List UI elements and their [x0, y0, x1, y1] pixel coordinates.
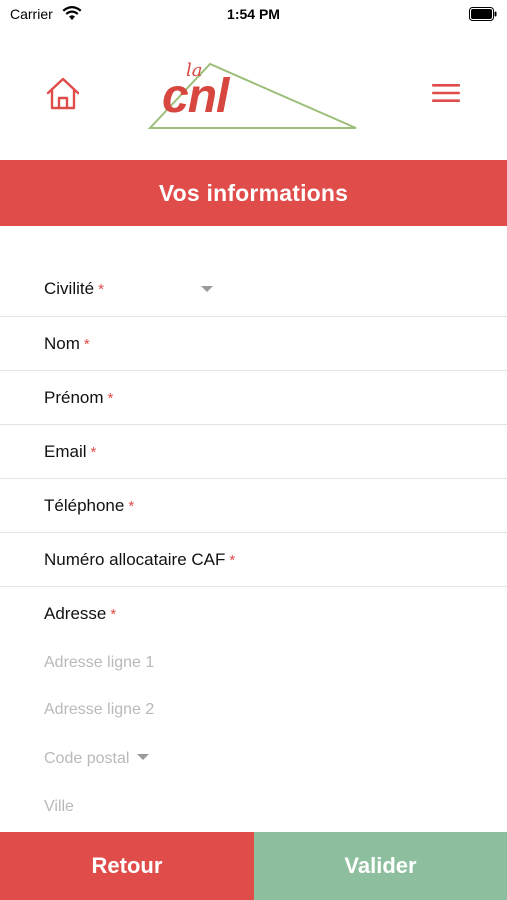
bottom-action-bar: Retour Valider — [0, 832, 507, 900]
required-marker: * — [107, 390, 114, 407]
civilite-select[interactable]: Civilité * — [0, 262, 507, 317]
prenom-label: Prénom * — [44, 388, 114, 407]
email-field[interactable]: Email * — [0, 425, 507, 479]
battery-icon — [469, 7, 497, 21]
validate-button[interactable]: Valider — [254, 832, 507, 900]
required-marker: * — [98, 281, 104, 298]
telephone-field[interactable]: Téléphone * — [0, 479, 507, 533]
nom-label: Nom * — [44, 334, 90, 353]
required-marker: * — [229, 552, 236, 569]
status-bar: Carrier 1:54 PM — [0, 0, 507, 30]
back-button[interactable]: Retour — [0, 832, 254, 900]
logo-main-text: cnl — [162, 70, 231, 123]
prenom-field[interactable]: Prénom * — [0, 371, 507, 425]
required-marker: * — [83, 336, 90, 353]
telephone-label: Téléphone * — [44, 496, 135, 515]
page-title: Vos informations — [158, 179, 349, 206]
required-marker: * — [128, 498, 135, 515]
chevron-down-icon[interactable] — [201, 286, 213, 292]
address-label: Adresse * — [44, 604, 117, 623]
civilite-label: Civilité * — [44, 279, 104, 298]
city-input[interactable]: Ville — [44, 798, 74, 816]
address-line2-input[interactable]: Adresse ligne 2 — [44, 701, 154, 719]
home-icon[interactable] — [44, 74, 82, 112]
title-banner: Vos informations — [0, 160, 507, 226]
chevron-down-icon[interactable] — [137, 753, 150, 760]
address-line1-input[interactable]: Adresse ligne 1 — [44, 654, 154, 672]
hamburger-menu-icon[interactable] — [430, 80, 462, 106]
app-header: la cnl — [0, 30, 507, 160]
cnl-logo: la cnl — [148, 60, 357, 129]
nom-field[interactable]: Nom * — [0, 317, 507, 371]
required-marker: * — [110, 606, 117, 623]
user-info-form: Civilité * Nom * Prénom * Email * Téléphone *… — [0, 262, 507, 837]
caf-number-label: Numéro allocataire CAF * — [44, 550, 236, 569]
status-time: 1:54 PM — [227, 6, 280, 22]
postal-code-select[interactable]: Code postal — [44, 750, 150, 768]
caf-number-field[interactable]: Numéro allocataire CAF * — [0, 533, 507, 587]
required-marker: * — [90, 444, 97, 461]
address-section: Adresse * Adresse ligne 1 Adresse ligne 2… — [0, 587, 507, 837]
email-label: Email * — [44, 442, 97, 461]
